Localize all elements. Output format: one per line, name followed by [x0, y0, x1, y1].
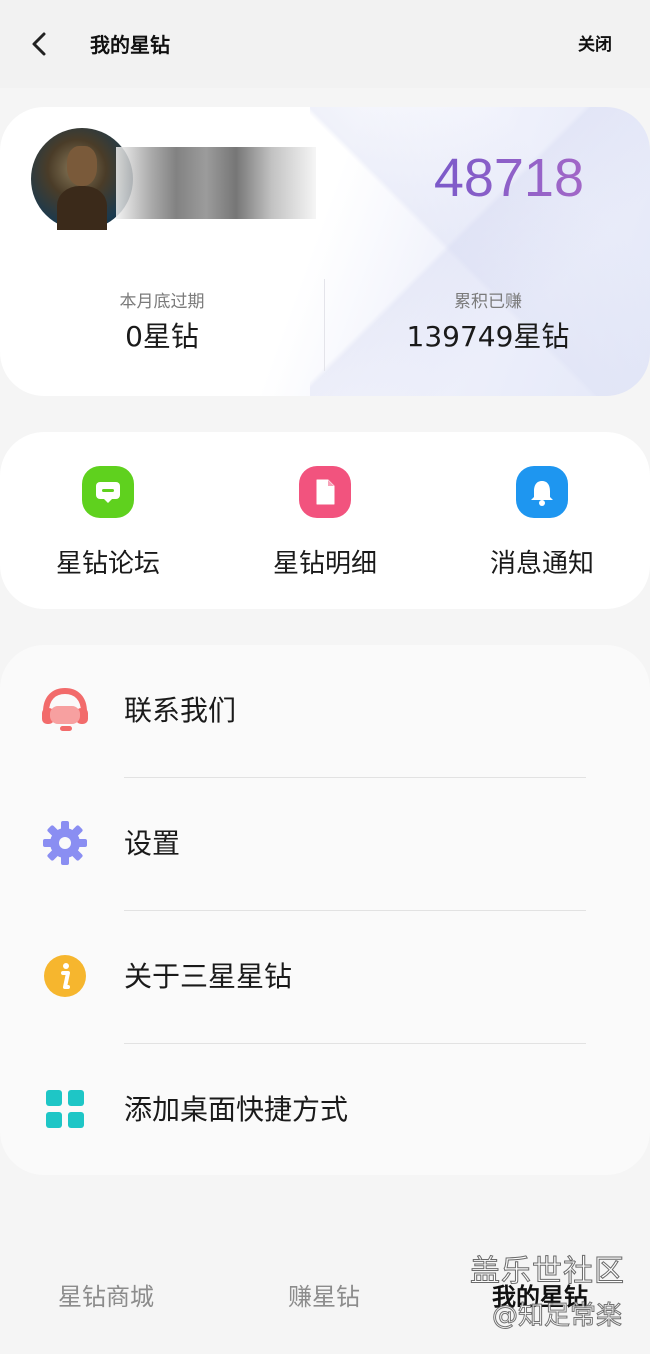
- gear-icon: [40, 818, 90, 868]
- details-label: 星钻明细: [272, 549, 377, 579]
- menu-item-shortcut[interactable]: 添加桌面快捷方式: [0, 1044, 650, 1176]
- earned-label: 累积已赚: [454, 292, 522, 312]
- expiring-label: 本月底过期: [119, 292, 205, 312]
- close-button[interactable]: 关闭: [578, 32, 612, 58]
- menu-label-shortcut: 添加桌面快捷方式: [124, 1093, 349, 1126]
- notifications-label: 消息通知: [489, 549, 594, 579]
- bell-icon: [516, 466, 568, 518]
- chevron-left-icon: [32, 32, 46, 56]
- details-button[interactable]: 星钻明细: [217, 466, 433, 582]
- menu-label-settings: 设置: [124, 827, 181, 860]
- tab-store[interactable]: 星钻商城: [58, 1280, 154, 1314]
- expiring-value: 0星钻: [125, 320, 199, 353]
- forum-button[interactable]: 星钻论坛: [0, 466, 216, 582]
- menu-card: 联系我们 设置 关于三星星钻 添加桌面快捷方式: [0, 645, 650, 1175]
- notifications-button[interactable]: 消息通知: [434, 466, 650, 582]
- balance-value: 48718: [434, 143, 584, 213]
- watermark-text: 盖乐世社区: [470, 1254, 625, 1290]
- forum-label: 星钻论坛: [55, 549, 160, 579]
- earned-stat: 累积已赚 139749星钻: [328, 289, 648, 357]
- username-blurred: [116, 147, 316, 219]
- page-title: 我的星钻: [90, 33, 170, 57]
- document-icon: [299, 466, 351, 518]
- top-bar: 我的星钻 关闭: [0, 0, 650, 88]
- profile-card: 48718 本月底过期 0星钻 累积已赚 139749星钻: [0, 107, 650, 396]
- expiring-stat: 本月底过期 0星钻: [2, 289, 322, 357]
- menu-item-contact[interactable]: 联系我们: [0, 645, 650, 777]
- stat-divider: [324, 279, 325, 371]
- tab-earn[interactable]: 赚星钻: [288, 1280, 360, 1314]
- grid-icon: [40, 1084, 90, 1134]
- menu-label-contact: 联系我们: [124, 694, 237, 727]
- headset-icon: [40, 685, 90, 735]
- menu-item-settings[interactable]: 设置: [0, 778, 650, 910]
- menu-item-about[interactable]: 关于三星星钻: [0, 911, 650, 1043]
- info-icon: [40, 951, 90, 1001]
- earned-value: 139749星钻: [406, 320, 570, 353]
- back-button[interactable]: [22, 26, 58, 62]
- quick-actions-card: 星钻论坛 星钻明细 消息通知: [0, 432, 650, 609]
- menu-label-about: 关于三星星钻: [124, 960, 293, 993]
- watermark-handle: @知足常楽: [491, 1301, 623, 1332]
- chat-bubble-icon: [82, 466, 134, 518]
